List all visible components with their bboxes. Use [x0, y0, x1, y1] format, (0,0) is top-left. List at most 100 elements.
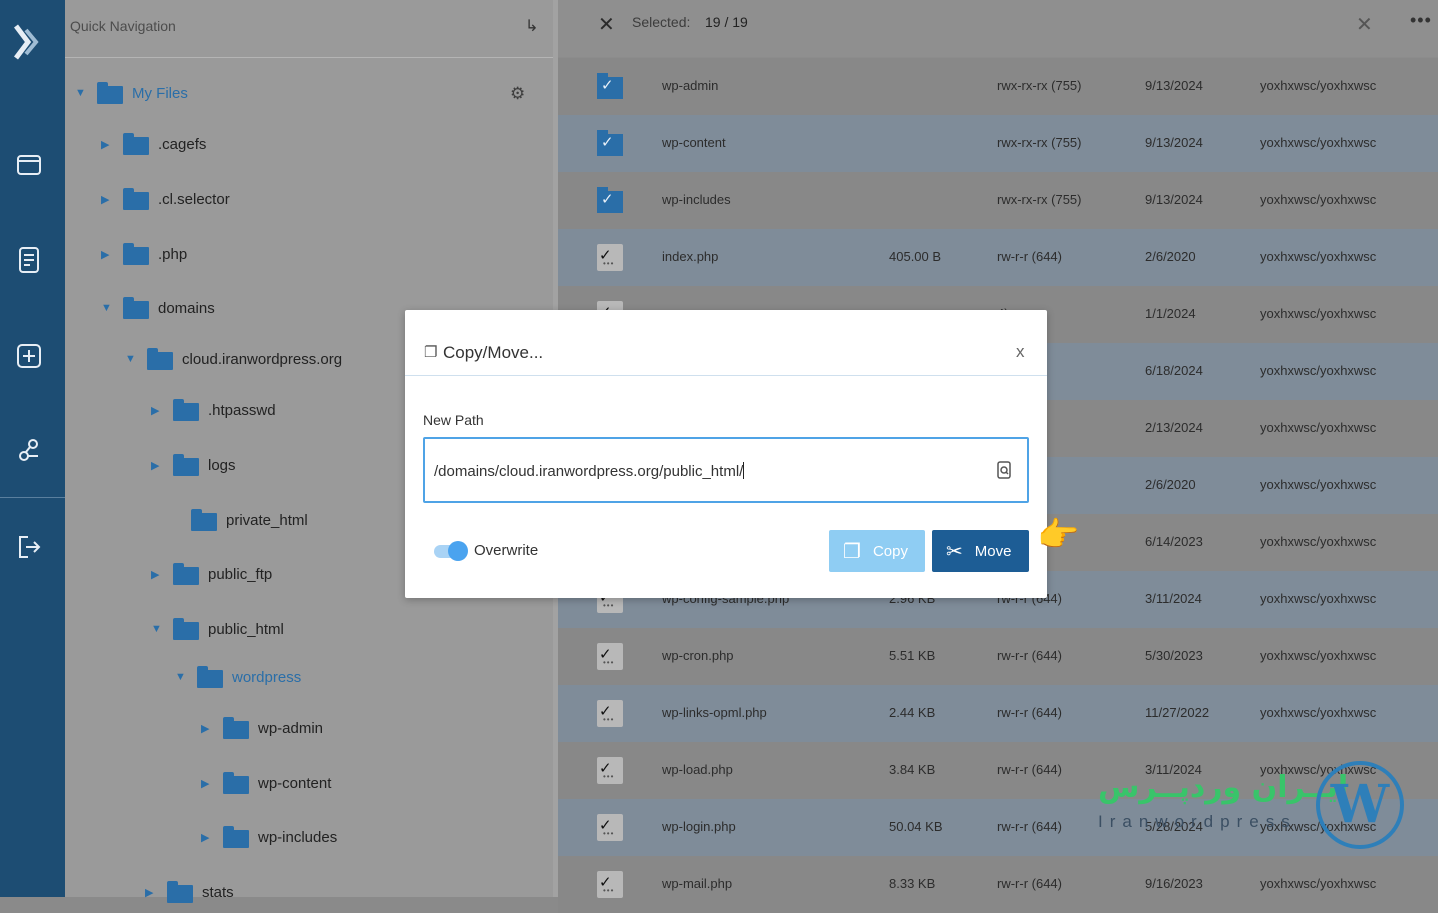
folder-icon: [97, 82, 123, 104]
caret-down-icon[interactable]: ▼: [75, 87, 89, 99]
logout-icon[interactable]: [14, 532, 44, 562]
wordpress-logo: W: [1316, 761, 1404, 849]
close-button[interactable]: x: [1016, 342, 1025, 362]
tree-item[interactable]: ▶ wp-content: [201, 768, 331, 798]
caret-right-icon[interactable]: ▶: [101, 193, 115, 206]
folder-icon: [191, 509, 217, 531]
tree-item-label: logs: [208, 456, 236, 474]
tree-item[interactable]: ▶ logs: [151, 450, 236, 480]
tree-item[interactable]: ▼ public_html: [151, 614, 284, 644]
tree-item[interactable]: ▶ .cagefs: [101, 129, 206, 159]
file-name: wp-content: [662, 135, 726, 150]
caret-down-icon[interactable]: ▼: [101, 302, 115, 314]
caret-right-icon[interactable]: ▶: [151, 568, 165, 581]
new-path-value[interactable]: /domains/cloud.iranwordpress.org/public_…: [434, 462, 744, 480]
copy-button[interactable]: ❐ Copy: [829, 530, 925, 572]
new-path-label: New Path: [423, 412, 484, 428]
caret-right-icon[interactable]: ▶: [201, 831, 215, 844]
file-size: 2.44 KB: [889, 705, 936, 720]
caret-down-icon[interactable]: ▼: [175, 671, 189, 683]
file-date: 2/13/2024: [1145, 420, 1203, 435]
file-row[interactable]: ✓ ••• index.php 405.00 B rw-r-r (644) 2/6/202…: [558, 229, 1438, 286]
file-row[interactable]: ✓ ••• wp-links-opml.php 2.44 KB rw-r-r (644)…: [558, 685, 1438, 742]
file-row[interactable]: ✓ wp-admin rwx-rx-rx (755) 9/13/2024 yoxhxws…: [558, 58, 1438, 115]
caret-down-icon[interactable]: ▼: [151, 623, 165, 635]
file-row[interactable]: ✓ ••• wp-mail.php 8.33 KB rw-r-r (644) 9/16/2…: [558, 856, 1438, 913]
collapse-icon[interactable]: ↳: [525, 16, 538, 36]
caret-right-icon[interactable]: ▶: [151, 404, 165, 417]
file-date: 6/18/2024: [1145, 363, 1203, 378]
folder-icon[interactable]: ✓: [597, 73, 623, 100]
tree-item[interactable]: ▼ cloud.iranwordpress.org: [125, 344, 342, 374]
file-permissions: rw-r-r (644): [997, 819, 1062, 834]
file-icon[interactable]: ✓•••: [597, 814, 623, 841]
scissors-icon: ✂: [946, 540, 963, 563]
tree-item[interactable]: ▶ .htpasswd: [151, 395, 276, 425]
dialog-title: Copy/Move...: [443, 343, 544, 362]
share-icon[interactable]: [14, 436, 44, 466]
gear-icon[interactable]: ⚙: [510, 84, 525, 104]
more-options-icon[interactable]: •••: [1410, 10, 1432, 31]
file-row[interactable]: ✓ wp-content rwx-rx-rx (755) 9/13/2024 yoxhx…: [558, 115, 1438, 172]
caret-right-icon[interactable]: ▶: [101, 248, 115, 261]
tree-item-label: domains: [158, 299, 215, 317]
copy-move-dialog: ❐ Copy/Move... x New Path /domains/cloud…: [405, 310, 1047, 598]
caret-right-icon[interactable]: ▶: [101, 138, 115, 151]
file-date: 3/11/2024: [1145, 591, 1202, 606]
tree-item[interactable]: ▶ public_ftp: [151, 559, 272, 589]
folder-icon[interactable]: ✓: [597, 187, 623, 214]
file-name: wp-cron.php: [662, 648, 734, 663]
caret-right-icon[interactable]: ▶: [151, 459, 165, 472]
tree-item-label: My Files: [132, 84, 188, 102]
browse-file-icon[interactable]: [997, 461, 1011, 479]
file-row[interactable]: ✓ ••• wp-cron.php 5.51 KB rw-r-r (644) 5/30/2…: [558, 628, 1438, 685]
file-size: 50.04 KB: [889, 819, 943, 834]
tree-item-label: wp-includes: [258, 828, 338, 846]
file-row[interactable]: ✓ ••• wp-login.php 50.04 KB rw-r-r (644) 5/28…: [558, 799, 1438, 856]
tree-item[interactable]: ▶ wp-includes: [201, 822, 337, 852]
folder-icon: [167, 881, 193, 903]
file-name: wp-mail.php: [662, 876, 733, 891]
tree-item[interactable]: ▼ domains: [101, 293, 215, 323]
file-owner: yoxhxwsc/yoxhxwsc: [1260, 591, 1377, 606]
tree-item[interactable]: ▶ .php: [101, 239, 187, 269]
folder-icon[interactable]: [14, 150, 44, 180]
copy-button-label: Copy: [872, 542, 908, 560]
file-icon[interactable]: ✓•••: [597, 757, 623, 784]
caret-right-icon[interactable]: ▶: [201, 722, 215, 735]
folder-icon[interactable]: ✓: [597, 130, 623, 157]
move-button[interactable]: ✂ Move: [932, 530, 1029, 572]
file-permissions: rw-r-r (644): [997, 705, 1062, 720]
file-icon[interactable]: ✓•••: [597, 643, 623, 670]
folder-icon: [223, 772, 249, 794]
new-path-input[interactable]: /domains/cloud.iranwordpress.org/public_…: [423, 437, 1029, 503]
tree-item-label: wp-admin: [258, 719, 324, 737]
folder-icon: [197, 666, 223, 688]
file-icon[interactable]: ✓•••: [597, 700, 623, 727]
tree-item[interactable]: ▼ My Files: [75, 78, 188, 108]
tree-item[interactable]: ▶ stats: [145, 877, 234, 907]
tree-item[interactable]: private_html: [169, 505, 308, 535]
file-permissions: rwx-rx-rx (755): [997, 135, 1082, 150]
clear-selection-icon[interactable]: ✕: [1356, 12, 1373, 37]
deselect-icon[interactable]: ✕: [598, 12, 615, 37]
tree-item[interactable]: ▶ wp-admin: [201, 713, 323, 743]
file-icon[interactable]: ✓•••: [597, 871, 623, 898]
file-date: 9/13/2024: [1145, 78, 1203, 93]
file-permissions: rw-r-r (644): [997, 249, 1062, 264]
file-row[interactable]: ✓ wp-includes rwx-rx-rx (755) 9/13/2024 yoxh…: [558, 172, 1438, 229]
file-icon[interactable]: ✓•••: [597, 244, 623, 271]
file-owner: yoxhxwsc/yoxhxwsc: [1260, 534, 1377, 549]
file-date: 2/6/2020: [1145, 249, 1196, 264]
file-name: index.php: [662, 249, 719, 264]
logo-chevron-icon[interactable]: [12, 22, 44, 62]
caret-down-icon[interactable]: ▼: [125, 353, 139, 365]
file-date: 6/14/2023: [1145, 534, 1203, 549]
tree-item[interactable]: ▼ wordpress: [175, 662, 301, 692]
document-icon[interactable]: [14, 245, 44, 275]
add-icon[interactable]: [14, 341, 44, 371]
overwrite-toggle[interactable]: [434, 541, 468, 561]
caret-right-icon[interactable]: ▶: [201, 777, 215, 790]
tree-item[interactable]: ▶ .cl.selector: [101, 184, 230, 214]
tree-item-label: public_ftp: [208, 565, 273, 583]
